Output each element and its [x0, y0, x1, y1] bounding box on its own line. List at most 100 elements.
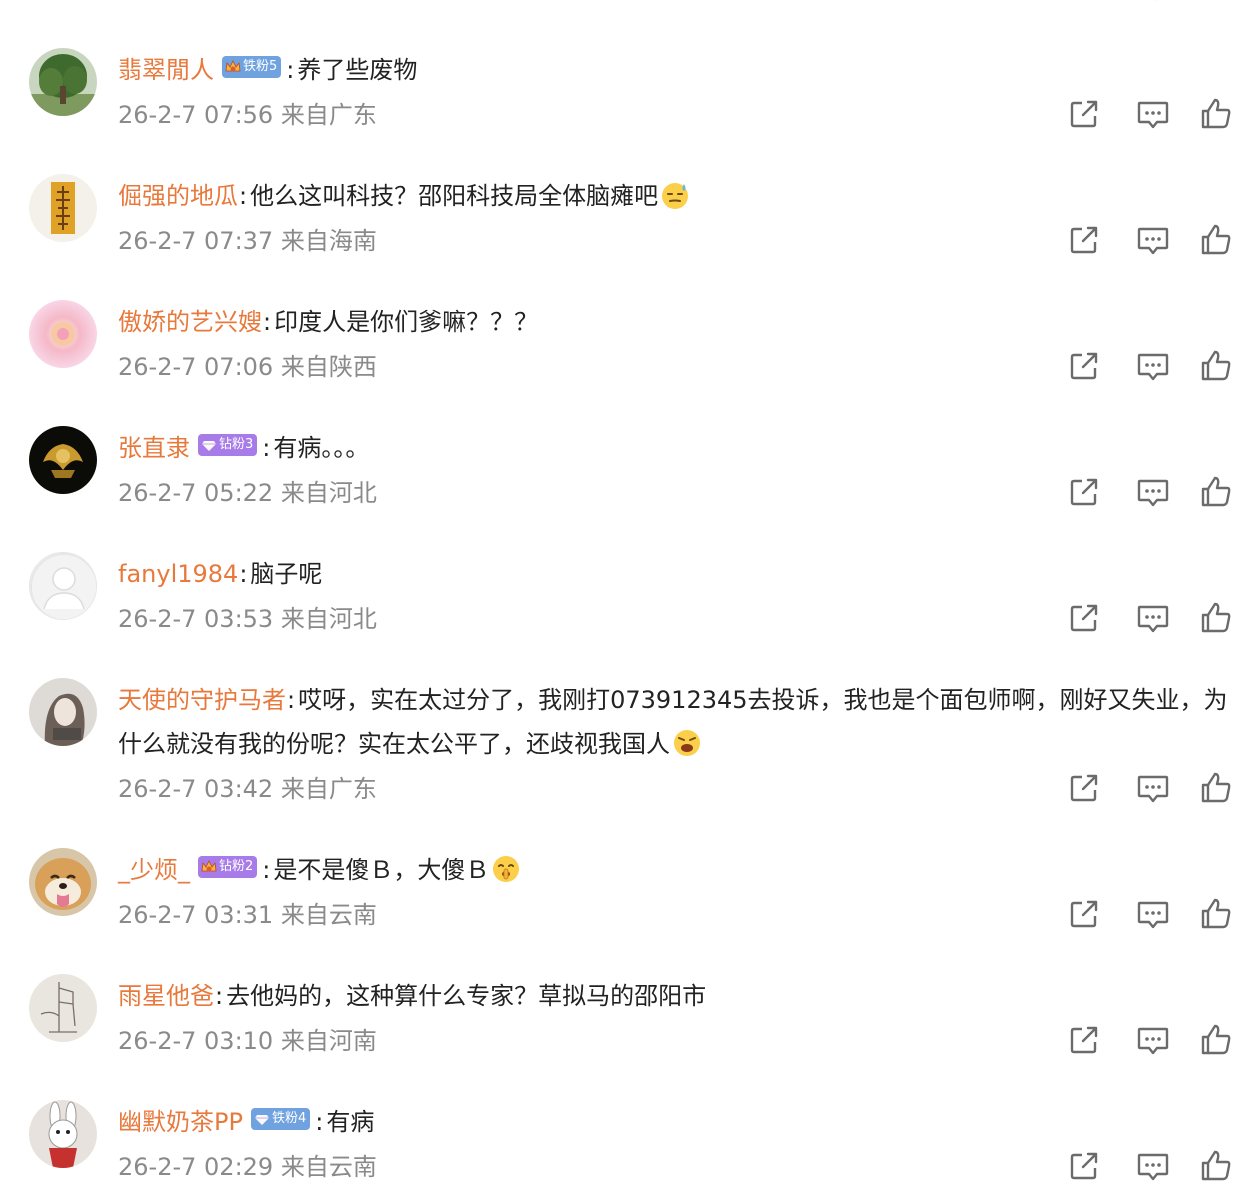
avatar[interactable]: [29, 552, 97, 620]
comment-text: 印度人是你们爹嘛？？？: [274, 308, 539, 336]
comment-line: fanyl1984: 脑子呢: [118, 552, 1233, 596]
comment-button[interactable]: [1133, 1146, 1173, 1186]
like-button[interactable]: [1196, 894, 1236, 934]
like-icon: [1196, 768, 1236, 808]
fan-badge[interactable]: 钻粉3: [198, 434, 258, 456]
fan-badge[interactable]: 铁粉5: [222, 56, 282, 78]
comment-item: 翡翠閒人 铁粉5: 养了些废物 26-2-7 07:56 来自广东: [0, 48, 1254, 138]
comment-item: 幽默奶茶PP 铁粉4: 有病 26-2-7 02:29 来自云南: [0, 1100, 1254, 1190]
username-link[interactable]: 傲娇的艺兴嫂: [118, 308, 262, 336]
comment-actions: [1064, 894, 1244, 934]
share-icon: [1064, 598, 1104, 638]
username-link[interactable]: 幽默奶茶PP: [118, 1108, 243, 1136]
share-button[interactable]: [1064, 94, 1104, 134]
like-button[interactable]: [1196, 472, 1236, 512]
comment-icon: [1133, 768, 1173, 808]
username-link[interactable]: fanyl1984: [118, 560, 238, 588]
comment-text: 他么这叫科技？邵阳科技局全体脑瘫吧: [250, 182, 659, 210]
share-icon: [1064, 894, 1104, 934]
comment-button[interactable]: [1133, 894, 1173, 934]
comment-body: 倔强的地瓜: 他么这叫科技？邵阳科技局全体脑瘫吧: [118, 174, 1233, 218]
comment-item: 雨星他爸: 去他妈的，这种算什么专家？草拟马的邵阳市 26-2-7 03:10 来自…: [0, 974, 1254, 1064]
comment-actions: [1064, 220, 1244, 260]
share-button[interactable]: [1064, 598, 1104, 638]
like-button[interactable]: [1196, 1146, 1236, 1186]
like-button[interactable]: [1196, 598, 1236, 638]
like-icon: [1196, 894, 1236, 934]
separator-colon: :: [239, 182, 248, 210]
avatar[interactable]: [29, 1100, 97, 1168]
angry-emoji: [672, 728, 702, 758]
share-icon: [1064, 472, 1104, 512]
like-icon: [1196, 94, 1236, 134]
comment-actions: [1064, 598, 1244, 638]
separator-colon: :: [315, 1108, 324, 1136]
like-icon: [1196, 1020, 1236, 1060]
comment-icon: [1133, 472, 1173, 512]
comment-text: 有病: [326, 1108, 375, 1136]
like-button[interactable]: [1196, 1020, 1236, 1060]
separator-colon: :: [215, 982, 224, 1010]
username-link[interactable]: 天使的守护马者: [118, 686, 286, 714]
comment-actions: [1064, 1146, 1244, 1186]
comment-item: fanyl1984: 脑子呢 26-2-7 03:53 来自河北: [0, 552, 1254, 642]
comment-meta: 26-2-7 03:10 来自河南: [118, 1027, 377, 1055]
comment-body: 雨星他爸: 去他妈的，这种算什么专家？草拟马的邵阳市: [118, 974, 1233, 1018]
share-button[interactable]: [1064, 220, 1104, 260]
avatar[interactable]: [29, 48, 97, 116]
comment-text: 有病。。。: [273, 434, 370, 462]
comment-meta: 26-2-7 07:56 来自广东: [118, 101, 377, 129]
avatar[interactable]: [29, 974, 97, 1042]
comment-button[interactable]: [1133, 1020, 1173, 1060]
like-button[interactable]: [1196, 220, 1236, 260]
diamond-icon: [201, 437, 217, 453]
comment-button[interactable]: [1133, 346, 1173, 386]
share-button[interactable]: [1064, 346, 1104, 386]
like-button[interactable]: [1196, 94, 1236, 134]
share-icon: [1064, 1020, 1104, 1060]
comment-button[interactable]: [1133, 94, 1173, 134]
share-button[interactable]: [1064, 768, 1104, 808]
fan-badge[interactable]: 铁粉4: [250, 1108, 311, 1130]
comment-meta: 26-2-7 02:29 来自云南: [118, 1153, 377, 1181]
comment-body: 翡翠閒人 铁粉5: 养了些废物: [118, 48, 1233, 92]
username-link[interactable]: _少烦_: [118, 856, 190, 884]
comment-body: 幽默奶茶PP 铁粉4: 有病: [118, 1100, 1233, 1144]
comment-line: 雨星他爸: 去他妈的，这种算什么专家？草拟马的邵阳市: [118, 974, 1233, 1018]
like-button[interactable]: [1196, 768, 1236, 808]
comment-icon: [1133, 94, 1173, 134]
comment-button[interactable]: [1133, 220, 1173, 260]
share-button[interactable]: [1064, 894, 1104, 934]
separator-colon: :: [262, 856, 271, 884]
comment-button[interactable]: [1133, 472, 1173, 512]
separator-colon: :: [286, 56, 295, 84]
like-icon: [1196, 346, 1236, 386]
avatar[interactable]: [29, 678, 97, 746]
comment-actions: [1064, 1020, 1244, 1060]
separator-colon: :: [262, 434, 271, 462]
username-link[interactable]: 翡翠閒人: [118, 56, 214, 84]
avatar[interactable]: [29, 848, 97, 916]
comment-icon: [1133, 346, 1173, 386]
avatar[interactable]: [29, 174, 97, 242]
fan-badge[interactable]: 钻粉2: [198, 856, 258, 878]
chevron-down-icon[interactable]: [1140, 0, 1170, 4]
comment-actions: [1064, 94, 1244, 134]
avatar[interactable]: [29, 300, 97, 368]
share-icon: [1064, 768, 1104, 808]
avatar[interactable]: [29, 426, 97, 494]
comment-icon: [1133, 894, 1173, 934]
username-link[interactable]: 倔强的地瓜: [118, 182, 238, 210]
comment-meta: 26-2-7 03:31 来自云南: [118, 901, 377, 929]
like-button[interactable]: [1196, 346, 1236, 386]
share-button[interactable]: [1064, 1020, 1104, 1060]
username-link[interactable]: 张直隶: [118, 434, 190, 462]
comment-line: 张直隶 钻粉3: 有病。。。: [118, 426, 1233, 470]
comment-button[interactable]: [1133, 598, 1173, 638]
comment-button[interactable]: [1133, 768, 1173, 808]
share-button[interactable]: [1064, 472, 1104, 512]
comment-actions: [1064, 472, 1244, 512]
comment-actions: [1064, 768, 1244, 808]
username-link[interactable]: 雨星他爸: [118, 982, 214, 1010]
share-button[interactable]: [1064, 1146, 1104, 1186]
